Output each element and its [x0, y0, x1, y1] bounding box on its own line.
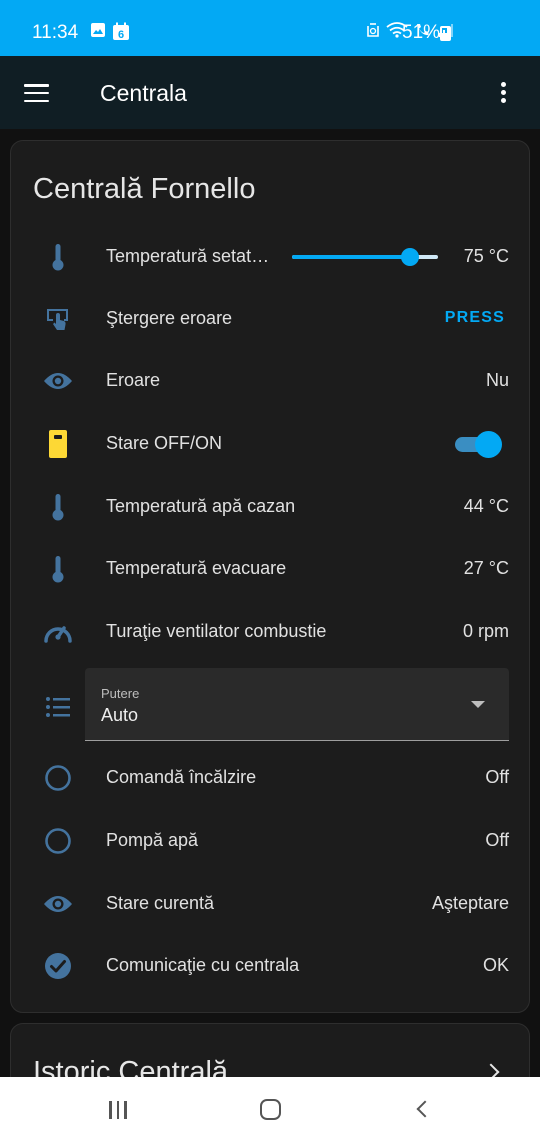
entity-value: 44 °C — [463, 496, 509, 516]
entity-row-exhaust-temp[interactable]: Temperatură evacuare 27 °C — [11, 543, 531, 593]
eye-icon — [43, 889, 73, 919]
entity-value: 75 °C — [463, 246, 509, 266]
select-label: Putere — [101, 686, 140, 701]
entity-label: Temperatură evacuare — [106, 558, 287, 578]
card-title: Centrală Fornello — [33, 173, 256, 205]
entity-value: Aşteptare — [431, 893, 509, 913]
entity-row-water-pump[interactable]: Pompă apă Off — [11, 815, 531, 865]
entity-label: Pompă apă — [106, 830, 199, 850]
entity-value: Nu — [485, 370, 509, 390]
entities-card: Centrală Fornello Temperatură setat… 75 … — [10, 140, 530, 1013]
check-circle-icon — [43, 951, 73, 981]
entity-row-boiler-water-temp[interactable]: Temperatură apă cazan 44 °C — [11, 481, 531, 531]
temperature-slider[interactable] — [292, 245, 438, 269]
entity-row-power-toggle: Stare OFF/ON — [11, 418, 531, 468]
entity-row-heating-command[interactable]: Comandă încălzire Off — [11, 752, 531, 802]
entity-label: Eroare — [106, 370, 161, 390]
calendar-day-text: 6 — [118, 29, 124, 41]
entity-row-setpoint: Temperatură setat… 75 °C — [11, 231, 531, 281]
slider-thumb[interactable] — [401, 248, 420, 266]
entity-value: Off — [485, 767, 509, 787]
thermometer-icon — [43, 242, 73, 272]
circle-outline-icon — [43, 763, 73, 793]
dropdown-arrow-icon — [471, 701, 485, 708]
home-button[interactable] — [260, 1099, 281, 1120]
recent-apps-button[interactable] — [109, 1101, 127, 1119]
entity-label: Stare curentă — [106, 893, 215, 913]
entity-label: Ştergere eroare — [106, 308, 233, 328]
press-button[interactable]: PRESS — [445, 309, 505, 327]
entity-row-fan-speed[interactable]: Turaţie ventilator combustie 0 rpm — [11, 606, 531, 656]
entity-value: Off — [485, 830, 509, 850]
entity-value: 0 rpm — [462, 621, 509, 641]
entity-label: Temperatură setat… — [106, 246, 270, 266]
calendar-icon: 6 — [113, 22, 129, 41]
app-bar: Centrala — [0, 56, 540, 129]
thermometer-icon — [43, 554, 73, 584]
gesture-tap-button-icon — [43, 304, 73, 334]
entity-label: Comunicaţie cu centrala — [106, 955, 300, 975]
status-time: 11:34 — [32, 22, 79, 43]
thermometer-icon — [43, 492, 73, 522]
status-notification-icons: 6 — [90, 22, 130, 41]
app-bar-title: Centrala — [100, 80, 187, 106]
entity-label: Comandă încălzire — [106, 767, 257, 787]
entity-value: 27 °C — [463, 558, 509, 578]
battery-percent: 51% — [402, 22, 441, 43]
gallery-icon — [91, 23, 105, 37]
entity-row-clear-error: Ştergere eroare PRESS — [11, 293, 531, 343]
back-button[interactable] — [416, 1100, 434, 1118]
entity-label: Turaţie ventilator combustie — [106, 621, 327, 641]
circle-outline-icon — [43, 826, 73, 856]
battery-icon — [440, 26, 451, 41]
eye-icon — [43, 366, 73, 396]
power-toggle-switch[interactable] — [455, 431, 503, 458]
gauge-icon — [43, 617, 73, 647]
format-list-bulleted-icon — [43, 692, 73, 722]
entity-row-current-state[interactable]: Stare curentă Aşteptare — [11, 878, 531, 928]
entity-value: OK — [482, 955, 509, 975]
boiler-icon — [43, 429, 73, 459]
power-select[interactable]: Putere Auto — [85, 668, 509, 741]
entity-row-error[interactable]: Eroare Nu — [11, 355, 531, 405]
select-value: Auto — [101, 705, 139, 725]
recycle-icon — [367, 23, 379, 37]
entity-label: Temperatură apă cazan — [106, 496, 296, 516]
entity-label: Stare OFF/ON — [106, 433, 223, 453]
status-bar: 11:34 6 51% — [0, 0, 540, 56]
entity-row-communication[interactable]: Comunicaţie cu centrala OK — [11, 940, 531, 990]
menu-icon[interactable] — [24, 84, 49, 103]
more-vert-icon[interactable] — [498, 82, 508, 104]
system-nav-bar — [0, 1077, 540, 1140]
